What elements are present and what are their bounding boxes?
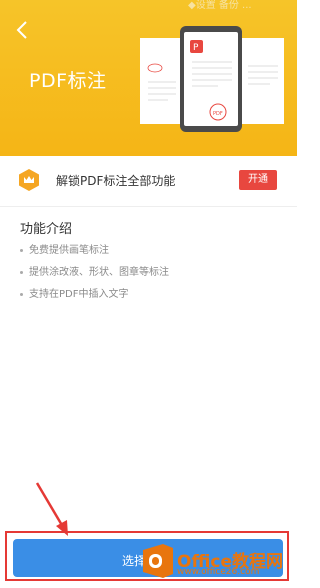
page-title: PDF标注	[29, 70, 107, 92]
svg-text:P: P	[193, 43, 199, 53]
status-text: ◆设置 备份 ...	[188, 0, 252, 11]
header-banner: ◆设置 备份 ... PDF标注 P PDF	[0, 0, 297, 156]
office-logo-icon	[143, 544, 173, 578]
pdf-document-illustration: P PDF	[140, 26, 284, 132]
unlock-label: 解锁PDF标注全部功能	[56, 174, 176, 188]
feature-intro-title: 功能介绍	[20, 222, 73, 237]
crown-icon	[19, 169, 39, 191]
watermark-url: www.office26.com	[177, 567, 260, 577]
feature-item: 提供涂改液、形状、图章等标注	[20, 263, 169, 278]
bullet-icon	[20, 270, 23, 274]
svg-text:PDF: PDF	[213, 111, 223, 117]
bullet-icon	[20, 292, 23, 296]
activate-button[interactable]: 开通	[239, 170, 277, 190]
bullet-icon	[20, 248, 23, 252]
unlock-row: 解锁PDF标注全部功能 开通	[0, 156, 297, 207]
feature-item: 支持在PDF中插入文字	[20, 285, 128, 300]
back-icon[interactable]	[14, 20, 32, 40]
feature-item: 免费提供画笔标注	[20, 241, 109, 256]
